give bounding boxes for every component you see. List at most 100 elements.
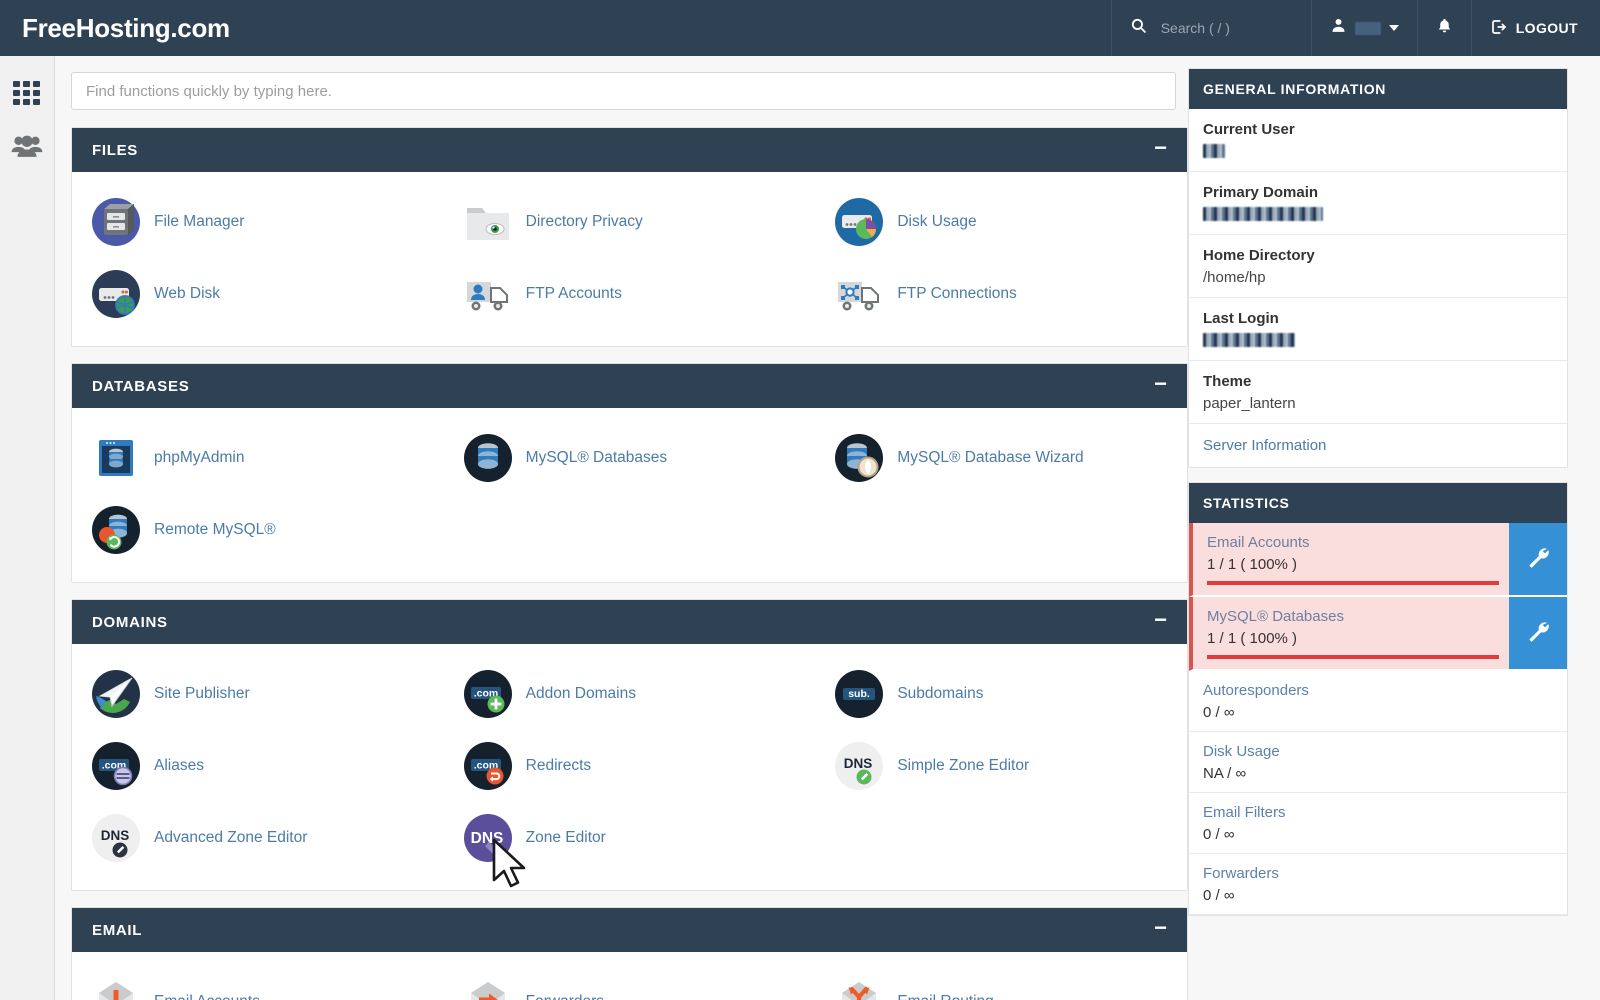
tile-phpmyadmin[interactable]: phpMyAdmin [72,422,444,494]
ginfo-label: Theme [1203,373,1553,390]
general-information-panel: GENERAL INFORMATION Current User Primary… [1188,68,1568,468]
svg-text:DNS: DNS [101,828,130,843]
tile-label: MySQL® Databases [526,449,668,467]
email-accounts-icon [90,976,142,1000]
email-routing-icon [833,976,885,1000]
main-content-area: FILES − File Manager [55,56,1600,1000]
tile-ftp-accounts[interactable]: FTP Accounts [444,258,816,330]
tile-simple-zone-editor[interactable]: DNS Simple Zone Editor [815,730,1187,802]
sidebar-item-apps[interactable] [0,70,54,122]
find-functions-search[interactable] [71,72,1176,110]
find-functions-input[interactable] [86,83,1161,100]
mysql-db-icon [462,432,514,484]
search-placeholder-text: Search ( / ) [1161,20,1230,36]
user-manager-icon [11,132,43,165]
tile-label: Email Accounts [154,993,260,1000]
tile-aliases[interactable]: .com Aliases [72,730,444,802]
section-domains-collapse-button[interactable]: − [1154,609,1167,636]
server-information-link[interactable]: Server Information [1189,424,1567,467]
stat-name[interactable]: Disk Usage [1203,743,1553,760]
header-search[interactable]: Search ( / ) [1111,0,1311,56]
tile-label: FTP Connections [897,285,1016,303]
section-domains-header: DOMAINS − [72,600,1187,644]
general-information-title: GENERAL INFORMATION [1203,81,1386,97]
tile-email-accounts[interactable]: Email Accounts [72,966,444,1000]
svg-text:DNS: DNS [844,756,873,771]
tile-advanced-zone-editor[interactable]: DNS Advanced Zone Editor [72,802,444,874]
tile-forwarders[interactable]: Forwarders [444,966,816,1000]
file-cabinet-icon [90,196,142,248]
tile-label: Redirects [526,757,591,775]
logout-icon [1490,18,1508,39]
tile-email-routing[interactable]: Email Routing [815,966,1187,1000]
tile-directory-privacy[interactable]: Directory Privacy [444,186,816,258]
stat-action-button-mysql-databases[interactable] [1509,597,1567,669]
ginfo-label: Primary Domain [1203,184,1553,201]
remote-mysql-icon [90,504,142,556]
tile-site-publisher[interactable]: Site Publisher [72,658,444,730]
section-email: EMAIL − Email Accounts [71,907,1188,1000]
wrench-icon [1525,544,1551,575]
user-menu-button[interactable] [1311,0,1417,56]
last-login-redacted [1203,333,1295,347]
tile-zone-editor[interactable]: DNS Zone Editor [444,802,816,874]
stat-name[interactable]: Forwarders [1203,865,1553,882]
section-files: FILES − File Manager [71,127,1188,347]
notifications-button[interactable] [1417,0,1471,56]
section-email-header: EMAIL − [72,908,1187,952]
tile-label: Addon Domains [526,685,636,703]
stat-name[interactable]: Email Accounts [1207,534,1499,551]
ginfo-label: Last Login [1203,310,1553,327]
brand-logo[interactable]: FreeHosting.com [0,13,230,44]
section-databases: DATABASES − phpMyAd [71,363,1188,583]
stat-value: NA / ∞ [1203,765,1553,782]
section-databases-collapse-button[interactable]: − [1154,373,1167,400]
tile-redirects[interactable]: .com Redirects [444,730,816,802]
tile-label: Email Routing [897,993,994,1000]
general-information-header: GENERAL INFORMATION [1189,69,1567,109]
sidebar-item-user-manager[interactable] [0,122,54,174]
stat-name[interactable]: Autoresponders [1203,682,1553,699]
section-files-collapse-button[interactable]: − [1154,137,1167,164]
stat-row-mysql-databases: MySQL® Databases 1 / 1 ( 100% ) [1189,597,1567,671]
logout-label: LOGOUT [1516,20,1578,36]
stat-usage-bar [1207,655,1499,659]
stat-value: 0 / ∞ [1203,704,1553,721]
apps-grid-icon [12,79,42,114]
tile-file-manager[interactable]: File Manager [72,186,444,258]
ginfo-row-theme: Theme paper_lantern [1189,361,1567,424]
stat-name[interactable]: MySQL® Databases [1207,608,1499,625]
tile-label: Simple Zone Editor [897,757,1029,775]
section-email-collapse-button[interactable]: − [1154,917,1167,944]
tile-mysql-database-wizard[interactable]: MySQL® Database Wizard [815,422,1187,494]
tile-mysql-databases[interactable]: MySQL® Databases [444,422,816,494]
tile-label: Zone Editor [526,829,606,847]
stat-action-button-email-accounts[interactable] [1509,523,1567,595]
disk-pie-icon [833,196,885,248]
wrench-icon [1525,618,1551,649]
ginfo-label: Home Directory [1203,247,1553,264]
ftp-truck-network-icon [833,268,885,320]
stat-usage-bar [1207,581,1499,585]
redirects-icon: .com [462,740,514,792]
tile-label: Directory Privacy [526,213,643,231]
tile-label: File Manager [154,213,244,231]
chevron-down-icon [1389,25,1399,31]
tile-addon-domains[interactable]: .com Addon Domains [444,658,816,730]
tile-subdomains[interactable]: sub. Subdomains [815,658,1187,730]
tile-web-disk[interactable]: Web Disk [72,258,444,330]
section-databases-header: DATABASES − [72,364,1187,408]
section-email-title: EMAIL [92,922,142,939]
tile-disk-usage[interactable]: Disk Usage [815,186,1187,258]
ginfo-row-home-directory: Home Directory /home/hp [1189,235,1567,298]
tile-ftp-connections[interactable]: FTP Connections [815,258,1187,330]
tile-label: phpMyAdmin [154,449,244,467]
stat-name[interactable]: Email Filters [1203,804,1553,821]
tile-label: Forwarders [526,993,604,1000]
statistics-header: STATISTICS [1189,483,1567,523]
stat-value: 1 / 1 ( 100% ) [1207,556,1499,573]
tile-remote-mysql[interactable]: Remote MySQL® [72,494,444,566]
section-files-body: File Manager Directory Privacy [72,172,1187,346]
tile-label: Web Disk [154,285,220,303]
logout-button[interactable]: LOGOUT [1471,0,1600,56]
